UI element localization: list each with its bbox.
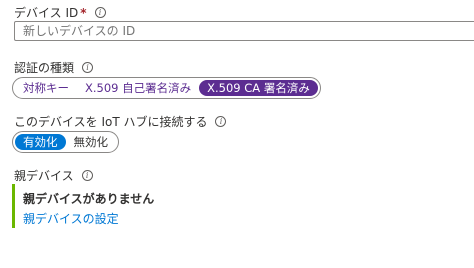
parent-device-label-text: 親デバイス: [14, 169, 74, 183]
connect-option-enable[interactable]: 有効化: [15, 134, 66, 150]
connect-label-text: このデバイスを IoT ハブに接続する: [14, 115, 208, 129]
info-icon[interactable]: i: [81, 170, 93, 181]
device-id-label-text: デバイス ID: [14, 6, 79, 20]
device-id-label: デバイス ID * i: [14, 4, 106, 21]
connect-option-disable[interactable]: 無効化: [66, 134, 117, 150]
set-parent-device-link[interactable]: 親デバイスの設定: [23, 210, 232, 227]
auth-type-label-text: 認証の種類: [14, 61, 75, 75]
info-icon[interactable]: i: [94, 7, 106, 18]
info-icon[interactable]: i: [215, 116, 227, 127]
parent-device-status: 親デバイスがありません: [23, 192, 155, 206]
connect-toggle: 有効化 無効化: [12, 131, 119, 153]
required-mark: *: [80, 5, 87, 20]
connect-label: このデバイスを IoT ハブに接続する i: [14, 113, 227, 130]
auth-option-x509-ca-signed[interactable]: X.509 CA 署名済み: [199, 80, 318, 96]
auth-type-label: 認証の種類 i: [14, 59, 94, 76]
auth-type-toggle: 対称キー X.509 自己署名済み X.509 CA 署名済み: [12, 77, 321, 99]
device-id-input[interactable]: [14, 21, 474, 41]
info-icon[interactable]: i: [82, 62, 94, 73]
auth-option-symmetric-key[interactable]: 対称キー: [15, 80, 77, 96]
auth-option-x509-self-signed[interactable]: X.509 自己署名済み: [77, 80, 199, 96]
parent-device-label: 親デバイス i: [14, 167, 93, 184]
parent-device-panel: 親デバイスがありません 親デバイスの設定: [12, 184, 232, 228]
